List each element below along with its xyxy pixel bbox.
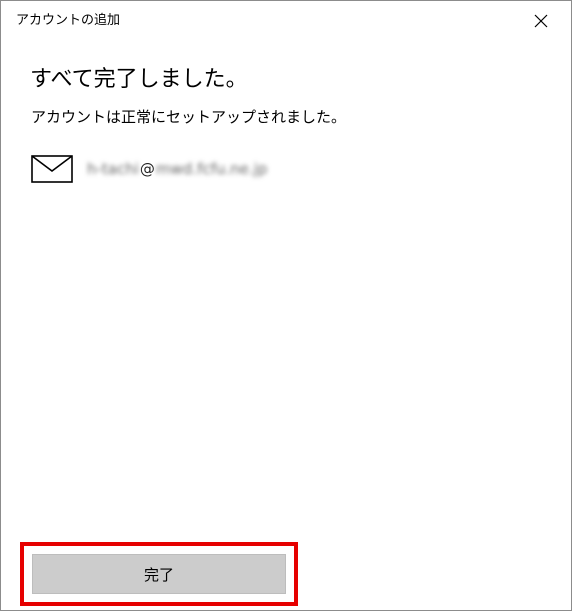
account-email: h-tachi @ mwd.fcfu.ne.jp — [87, 159, 267, 179]
email-at-sign: @ — [139, 160, 155, 178]
close-icon — [534, 14, 548, 28]
status-message: アカウントは正常にセットアップされました。 — [31, 108, 347, 126]
mail-icon — [31, 155, 73, 183]
window-title: アカウントの追加 — [16, 13, 121, 28]
add-account-dialog: アカウントの追加 すべて完了しました。 アカウントは正常にセットアップされました… — [0, 0, 572, 611]
email-local-part: h-tachi — [87, 160, 139, 178]
title-bar: アカウントの追加 — [1, 1, 571, 41]
email-domain: mwd.fcfu.ne.jp — [155, 160, 268, 178]
close-button[interactable] — [519, 3, 563, 39]
done-button[interactable]: 完了 — [32, 554, 286, 594]
page-title: すべて完了しました。 — [30, 67, 248, 92]
highlight-frame: 完了 — [20, 542, 298, 606]
account-row: h-tachi @ mwd.fcfu.ne.jp — [31, 154, 267, 184]
